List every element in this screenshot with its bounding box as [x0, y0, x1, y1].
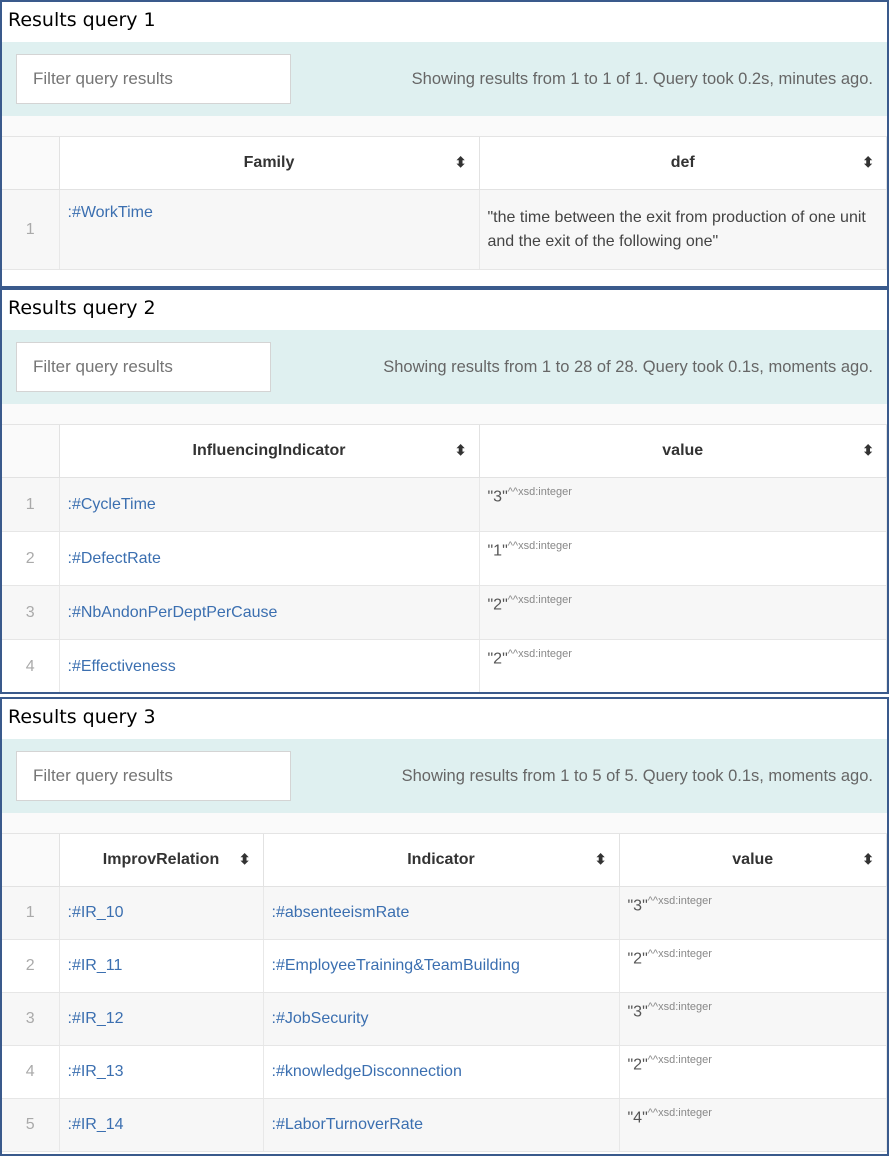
results-panel-query-1: Results query 1 Showing results from 1 t…	[0, 0, 889, 288]
results-table: InfluencingIndicator ⬍ value ⬍ 1 :#CycleTi…	[2, 425, 887, 692]
header-row: ImprovRelation ⬍ Indicator ⬍ value ⬍	[2, 834, 887, 887]
column-header-influencing-indicator[interactable]: InfluencingIndicator ⬍	[59, 425, 480, 478]
results-toolbar: Showing results from 1 to 1 of 1. Query …	[2, 42, 887, 116]
spacer	[2, 813, 887, 834]
results-status: Showing results from 1 to 5 of 5. Query …	[401, 767, 873, 785]
results-table: ImprovRelation ⬍ Indicator ⬍ value ⬍ 1 :#IR…	[2, 834, 887, 1152]
row-index: 1	[2, 189, 60, 270]
relation-link[interactable]: :#IR_10	[59, 886, 264, 940]
indicator-link[interactable]: :#NbAndonPerDeptPerCause	[59, 585, 480, 640]
results-status: Showing results from 1 to 1 of 1. Query …	[411, 70, 873, 88]
header-row: Family ⬍ def ⬍	[2, 137, 887, 190]
family-link[interactable]: :#WorkTime	[59, 189, 480, 270]
sort-arrows-icon[interactable]: ⬍	[862, 154, 874, 171]
results-status: Showing results from 1 to 28 of 28. Quer…	[383, 358, 873, 376]
indicator-link[interactable]: :#LaborTurnoverRate	[263, 1098, 620, 1152]
column-header-value[interactable]: value ⬍	[479, 425, 887, 478]
relation-link[interactable]: :#IR_11	[59, 939, 264, 993]
filter-input[interactable]	[16, 342, 271, 392]
value-literal: "3"^^xsd:integer	[479, 477, 887, 532]
indicator-link[interactable]: :#DefectRate	[59, 531, 480, 586]
results-panel-query-2: Results query 2 Showing results from 1 t…	[0, 288, 889, 694]
value-literal: "3"^^xsd:integer	[619, 992, 887, 1046]
table-row: 5 :#IR_14 :#LaborTurnoverRate "4"^^xsd:i…	[2, 1098, 887, 1152]
panel-title: Results query 2	[8, 297, 156, 319]
results-toolbar: Showing results from 1 to 5 of 5. Query …	[2, 739, 887, 813]
header-row: InfluencingIndicator ⬍ value ⬍	[2, 425, 887, 478]
value-literal: "2"^^xsd:integer	[619, 939, 887, 993]
table-row: 3 :#NbAndonPerDeptPerCause "2"^^xsd:inte…	[2, 585, 887, 640]
value-literal: "2"^^xsd:integer	[479, 585, 887, 640]
def-value: "the time between the exit from producti…	[479, 189, 887, 270]
results-panel-query-3: Results query 3 Showing results from 1 t…	[0, 697, 889, 1156]
row-index: 4	[2, 1045, 60, 1099]
indicator-link[interactable]: :#EmployeeTraining&TeamBuilding	[263, 939, 620, 993]
relation-link[interactable]: :#IR_13	[59, 1045, 264, 1099]
value-literal: "1"^^xsd:integer	[479, 531, 887, 586]
row-index: 4	[2, 639, 60, 692]
index-header	[2, 834, 60, 887]
table-row: 2 :#IR_11 :#EmployeeTraining&TeamBuildin…	[2, 939, 887, 993]
row-index: 3	[2, 992, 60, 1046]
spacer	[2, 404, 887, 425]
relation-link[interactable]: :#IR_14	[59, 1098, 264, 1152]
panel-title: Results query 1	[8, 9, 156, 31]
table-row: 2 :#DefectRate "1"^^xsd:integer	[2, 531, 887, 586]
table-row: 4 :#Effectiveness "2"^^xsd:integer	[2, 639, 887, 692]
column-header-def[interactable]: def ⬍	[479, 137, 887, 190]
table-row: 1 :#CycleTime "3"^^xsd:integer	[2, 477, 887, 532]
spacer	[2, 116, 887, 137]
indicator-link[interactable]: :#Effectiveness	[59, 639, 480, 692]
value-literal: "2"^^xsd:integer	[479, 639, 887, 692]
column-header-family[interactable]: Family ⬍	[59, 137, 480, 190]
column-header-improv-relation[interactable]: ImprovRelation ⬍	[59, 834, 264, 887]
row-index: 2	[2, 531, 60, 586]
row-index: 3	[2, 585, 60, 640]
sort-arrows-icon[interactable]: ⬍	[239, 851, 251, 868]
column-header-value[interactable]: value ⬍	[619, 834, 887, 887]
sort-arrows-icon[interactable]: ⬍	[455, 154, 467, 171]
index-header	[2, 425, 60, 478]
results-toolbar: Showing results from 1 to 28 of 28. Quer…	[2, 330, 887, 404]
sort-arrows-icon[interactable]: ⬍	[455, 442, 467, 459]
filter-input[interactable]	[16, 751, 291, 801]
row-index: 2	[2, 939, 60, 993]
row-index: 5	[2, 1098, 60, 1152]
value-literal: "4"^^xsd:integer	[619, 1098, 887, 1152]
sort-arrows-icon[interactable]: ⬍	[862, 851, 874, 868]
table-row: 1 :#IR_10 :#absenteeismRate "3"^^xsd:int…	[2, 886, 887, 940]
row-index: 1	[2, 477, 60, 532]
results-table: Family ⬍ def ⬍ 1 :#WorkTime "the time betw…	[2, 137, 887, 270]
relation-link[interactable]: :#IR_12	[59, 992, 264, 1046]
sort-arrows-icon[interactable]: ⬍	[862, 442, 874, 459]
indicator-link[interactable]: :#absenteeismRate	[263, 886, 620, 940]
table-row: 1 :#WorkTime "the time between the exit …	[2, 189, 887, 270]
indicator-link[interactable]: :#CycleTime	[59, 477, 480, 532]
row-index: 1	[2, 886, 60, 940]
filter-input[interactable]	[16, 54, 291, 104]
indicator-link[interactable]: :#JobSecurity	[263, 992, 620, 1046]
table-row: 3 :#IR_12 :#JobSecurity "3"^^xsd:integer	[2, 992, 887, 1046]
index-header	[2, 137, 60, 190]
indicator-link[interactable]: :#knowledgeDisconnection	[263, 1045, 620, 1099]
sort-arrows-icon[interactable]: ⬍	[595, 851, 607, 868]
column-header-indicator[interactable]: Indicator ⬍	[263, 834, 620, 887]
table-row: 4 :#IR_13 :#knowledgeDisconnection "2"^^…	[2, 1045, 887, 1099]
value-literal: "3"^^xsd:integer	[619, 886, 887, 940]
value-literal: "2"^^xsd:integer	[619, 1045, 887, 1099]
panel-title: Results query 3	[8, 706, 156, 728]
